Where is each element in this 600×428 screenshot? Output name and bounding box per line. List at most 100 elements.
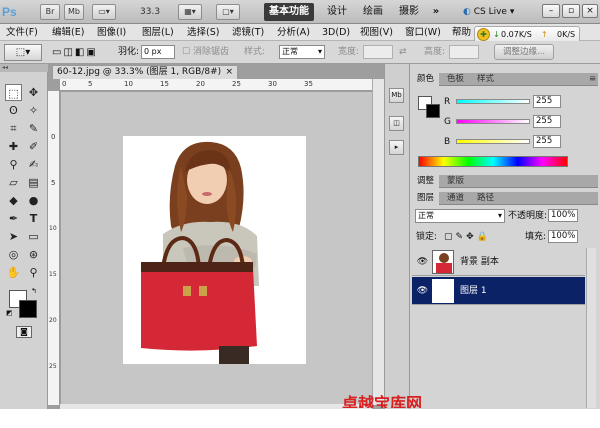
color-spectrum-ramp[interactable] [418,156,568,167]
3d-rotate-tool-icon[interactable]: ◎ [5,246,22,263]
type-tool-icon[interactable]: T [25,210,42,227]
eye-icon[interactable]: 👁 [416,286,429,296]
menu-edit[interactable]: 编辑(E) [52,26,84,39]
new-selection-icon[interactable]: ▭ [52,47,63,58]
zoom-tool-icon[interactable]: ⚲ [25,264,42,281]
lock-transparent-icon[interactable]: ▢ [444,232,456,242]
gradient-tool-icon[interactable]: ▤ [25,174,42,191]
subtract-selection-icon[interactable]: ◧ [75,47,86,58]
layer-row-selected[interactable]: 👁 图层 1 [412,277,585,305]
dodge-tool-icon[interactable]: ● [25,192,42,209]
mini-bridge-button[interactable]: Mb [64,4,84,20]
channel-b-input[interactable]: 255 [533,135,561,148]
tools-panel-header[interactable]: ◂◂ [0,64,48,72]
swap-colors-icon[interactable]: ↰ [31,287,39,295]
hand-tool-icon[interactable]: ✋ [5,264,22,281]
menu-analysis[interactable]: 分析(A) [277,26,310,39]
eyedropper-tool-icon[interactable]: ✎ [25,120,42,137]
layer-name[interactable]: 图层 1 [460,285,487,297]
menu-image[interactable]: 图像(I) [97,26,126,39]
lock-buttons[interactable]: ▢✎✥🔒 [444,231,491,243]
channel-r-slider[interactable] [456,99,530,104]
channel-r-input[interactable]: 255 [533,95,561,108]
layer-row[interactable]: 👁 背景 副本 [412,248,585,276]
history-panel-icon[interactable]: ◫ [389,116,404,131]
menu-3d[interactable]: 3D(D) [322,26,350,39]
intersect-selection-icon[interactable]: ▣ [86,47,97,58]
close-icon[interactable]: × [225,66,233,78]
height-input[interactable] [449,45,479,59]
workspace-photography[interactable]: 摄影 [394,3,424,21]
style-select[interactable]: 正常 ▾ [279,45,325,59]
arrange-documents-button[interactable]: ▦▾ [178,4,202,20]
restore-button[interactable]: ▫ [562,4,580,18]
view-extras-button[interactable]: ▭▾ [92,4,116,20]
blend-mode-select[interactable]: 正常 ▾ [415,209,505,223]
color-panel-background-swatch[interactable] [426,104,440,118]
bridge-button[interactable]: Br [40,4,60,20]
clone-stamp-tool-icon[interactable]: ⚲ [5,156,22,173]
tab-color[interactable]: 颜色 [412,73,440,86]
brush-tool-icon[interactable]: ✐ [25,138,42,155]
fill-input[interactable]: 100% [548,230,578,243]
tab-paths[interactable]: 路径 [472,192,499,205]
channel-g-input[interactable]: 255 [533,115,561,128]
horizontal-ruler[interactable]: 0 5 10 15 20 25 30 35 [60,79,372,91]
workspace-painting[interactable]: 绘画 [358,3,388,21]
path-selection-tool-icon[interactable]: ➤ [5,228,22,245]
lock-pixels-icon[interactable]: ✎ [456,232,467,242]
menu-filter[interactable]: 滤镜(T) [232,26,264,39]
workspace-design[interactable]: 设计 [322,3,352,21]
lock-position-icon[interactable]: ✥ [466,232,477,242]
lasso-tool-icon[interactable]: ʘ [5,102,22,119]
menu-window[interactable]: 窗口(W) [405,26,441,39]
screen-mode-button[interactable]: ▢▾ [216,4,240,20]
panel-menu-icon[interactable]: ≡ [584,73,600,86]
move-tool-icon[interactable]: ✥ [25,84,42,101]
background-color-swatch[interactable] [19,300,37,318]
close-window-button[interactable]: × [582,4,598,18]
minimize-button[interactable]: – [542,4,560,18]
eraser-tool-icon[interactable]: ▱ [5,174,22,191]
spot-healing-tool-icon[interactable]: ✚ [5,138,22,155]
add-selection-icon[interactable]: ◫ [63,47,74,58]
quick-selection-tool-icon[interactable]: ✧ [25,102,42,119]
refine-edge-button[interactable]: 调整边缘... [494,44,554,60]
document-tab[interactable]: 60-12.jpg @ 33.3% (图层 1, RGB/8#) × [52,65,238,79]
layers-scrollbar[interactable] [586,248,596,408]
tab-adjustments[interactable]: 调整 [412,175,440,188]
shape-tool-icon[interactable]: ▭ [25,228,42,245]
menu-help[interactable]: 帮助 [452,26,471,39]
channel-b-slider[interactable] [456,139,530,144]
tab-layers[interactable]: 图层 [412,192,440,205]
tab-masks[interactable]: 蒙版 [442,175,469,188]
channel-g-slider[interactable] [456,119,530,124]
vertical-scrollbar[interactable] [372,79,384,405]
menu-file[interactable]: 文件(F) [6,26,38,39]
blur-tool-icon[interactable]: ◆ [5,192,22,209]
width-input[interactable] [363,45,393,59]
tool-preset-picker[interactable]: ⬚▾ [4,44,42,61]
selection-mode-buttons[interactable]: ▭◫◧▣ [52,46,112,60]
history-brush-tool-icon[interactable]: ✍ [25,156,42,173]
mini-bridge-panel-icon[interactable]: Mb [389,88,404,103]
document-canvas[interactable] [123,136,306,364]
opacity-input[interactable]: 100% [548,209,578,222]
zoom-level[interactable]: 33.3 [140,5,170,19]
tab-swatches[interactable]: 色板 [442,73,469,86]
layer-name[interactable]: 背景 副本 [460,256,499,268]
antialias-checkbox[interactable]: ☐ 消除锯齿 [182,46,229,58]
crop-tool-icon[interactable]: ⌗ [5,120,22,137]
pen-tool-icon[interactable]: ✒ [5,210,22,227]
tab-styles[interactable]: 样式 [472,73,499,86]
lock-all-icon[interactable]: 🔒 [477,232,491,242]
menu-select[interactable]: 选择(S) [187,26,219,39]
cs-live-button[interactable]: ◐ CS Live ▾ [463,4,523,20]
menu-view[interactable]: 视图(V) [360,26,393,39]
workspace-essentials[interactable]: 基本功能 [264,3,314,21]
marquee-tool-icon[interactable]: ⬚ [5,84,22,101]
actions-panel-icon[interactable]: ▸ [389,140,404,155]
default-colors-icon[interactable]: ◩ [6,309,14,317]
swap-dimensions-icon[interactable]: ⇄ [399,46,407,58]
vertical-ruler[interactable]: 0 5 10 15 20 25 [48,91,60,405]
